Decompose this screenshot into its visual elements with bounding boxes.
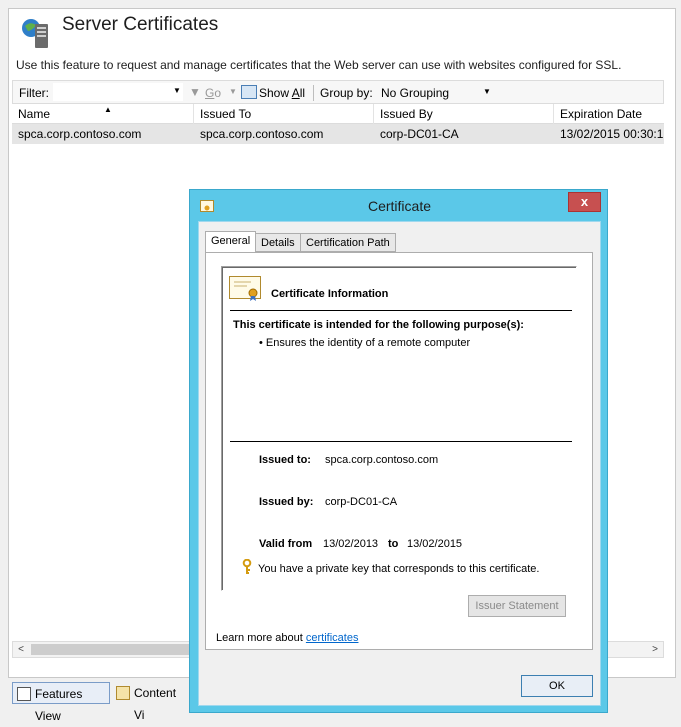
content-view-tab[interactable]: Content Vi <box>112 682 192 722</box>
valid-to-label: to <box>388 538 399 550</box>
show-all-button[interactable]: Show All <box>259 86 305 100</box>
certificate-info-box: Certificate Information This certificate… <box>221 266 577 591</box>
feature-description: Use this feature to request and manage c… <box>16 58 622 72</box>
valid-to-value: 13/02/2015 <box>407 538 463 550</box>
certificate-icon <box>229 276 261 302</box>
issued-by-value: corp-DC01-CA <box>325 496 398 508</box>
show-all-icon <box>241 85 257 99</box>
group-by-select[interactable]: No Grouping ▼ <box>377 83 495 101</box>
purpose-heading: This certificate is intended for the fol… <box>233 319 524 331</box>
group-by-label: Group by: <box>320 86 373 100</box>
close-icon: x <box>580 194 589 209</box>
ok-button[interactable]: OK <box>521 675 593 697</box>
features-view-tab[interactable]: Features View <box>12 682 110 723</box>
page-title: Server Certificates <box>62 14 219 35</box>
learn-more-label: Learn more about <box>216 632 303 644</box>
dialog-body: General Details Certification Path Certi… <box>198 221 601 706</box>
filter-label: Filter: <box>19 86 49 100</box>
divider <box>230 310 572 311</box>
purpose-item: • Ensures the identity of a remote compu… <box>259 337 471 349</box>
column-header-expiration-date[interactable]: Expiration Date <box>554 104 664 124</box>
cell-expiration-date: 13/02/2015 00:30:1 <box>560 127 664 141</box>
column-header-issued-by[interactable]: Issued By <box>374 104 554 124</box>
toolbar-separator <box>313 85 314 101</box>
cell-issued-to: spca.corp.contoso.com <box>200 127 324 141</box>
key-icon <box>242 558 252 575</box>
issuer-statement-button[interactable]: Issuer Statement <box>468 595 566 617</box>
server-certificates-icon <box>20 18 52 50</box>
close-button[interactable]: x <box>568 192 601 212</box>
certificate-dialog: Certificate x General Details Certificat… <box>189 189 608 713</box>
dialog-title: Certificate <box>367 198 432 214</box>
filter-input[interactable] <box>53 83 183 101</box>
cell-issued-by: corp-DC01-CA <box>380 127 459 141</box>
valid-from-label: Valid from <box>259 538 313 550</box>
group-by-value: No Grouping <box>381 86 450 100</box>
issued-to-label: Issued to: <box>259 454 311 466</box>
column-header-issued-to[interactable]: Issued To <box>194 104 374 124</box>
chevron-down-icon: ▼ <box>483 87 491 96</box>
filter-dropdown-icon[interactable]: ▼ <box>173 86 181 95</box>
funnel-icon: ▼ <box>189 85 201 99</box>
go-dropdown-icon[interactable]: ▼ <box>229 87 237 96</box>
scrollbar-thumb[interactable] <box>31 644 191 655</box>
scroll-right-icon[interactable]: > <box>647 642 663 657</box>
valid-from-value: 13/02/2013 <box>323 538 379 550</box>
private-key-note: You have a private key that corresponds … <box>258 563 540 575</box>
certificates-link[interactable]: certificates <box>306 632 359 644</box>
sort-ascending-icon: ▲ <box>104 105 112 114</box>
learn-more-text: Learn more about certificates <box>216 632 358 644</box>
general-tab-panel: Certificate Information This certificate… <box>205 252 593 650</box>
list-header: Name ▲ Issued To Issued By Expiration Da… <box>12 104 664 124</box>
divider <box>230 441 572 442</box>
cell-name: spca.corp.contoso.com <box>18 127 142 141</box>
issued-to-value: spca.corp.contoso.com <box>325 454 439 466</box>
go-button[interactable]: Go <box>205 86 221 100</box>
table-row[interactable]: spca.corp.contoso.com spca.corp.contoso.… <box>12 124 664 144</box>
tab-certification-path[interactable]: Certification Path <box>300 233 396 252</box>
column-header-name[interactable]: Name ▲ <box>12 104 194 124</box>
tab-details[interactable]: Details <box>255 233 301 252</box>
features-view-icon <box>17 687 31 701</box>
tab-general[interactable]: General <box>205 231 257 253</box>
content-view-icon <box>116 686 130 700</box>
scroll-left-icon[interactable]: < <box>13 642 29 657</box>
issued-by-label: Issued by: <box>259 496 314 508</box>
certificate-information-heading: Certificate Information <box>271 288 389 300</box>
